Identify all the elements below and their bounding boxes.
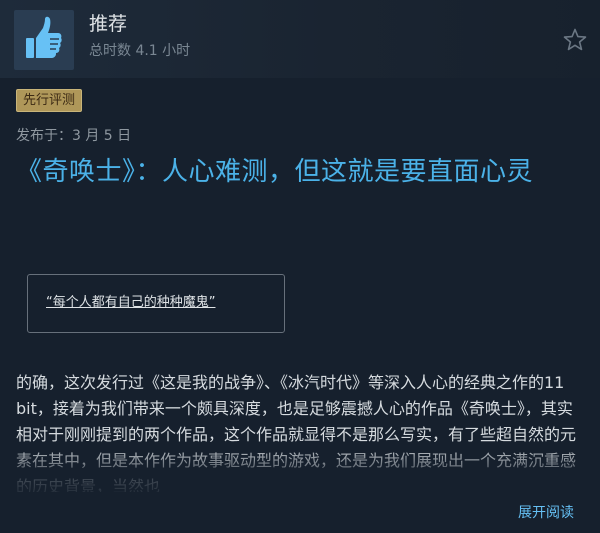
quote-box: “每个人都有自己的种种魔鬼” [27, 274, 285, 333]
read-more-link[interactable]: 展开阅读 [518, 504, 574, 522]
early-access-badge: 先行评测 [16, 89, 83, 112]
body-fade-overlay [0, 442, 600, 502]
quote-text: “每个人都有自己的种种魔鬼” [46, 295, 216, 310]
review-header: 推荐 总时数 4.1 小时 [0, 0, 600, 78]
review-card: 推荐 总时数 4.1 小时 先行评测 发布于：3 月 5 日 《奇唤士》：人心难… [0, 0, 600, 533]
review-title: 《奇唤士》：人心难测，但这就是要直面心灵 [16, 157, 534, 187]
playtime-hours: 总时数 4.1 小时 [89, 43, 191, 59]
star-outline-icon[interactable] [562, 27, 588, 53]
review-verdict: 推荐 [89, 13, 128, 35]
thumbs-up-icon [14, 10, 74, 70]
posted-date: 发布于：3 月 5 日 [16, 128, 132, 144]
